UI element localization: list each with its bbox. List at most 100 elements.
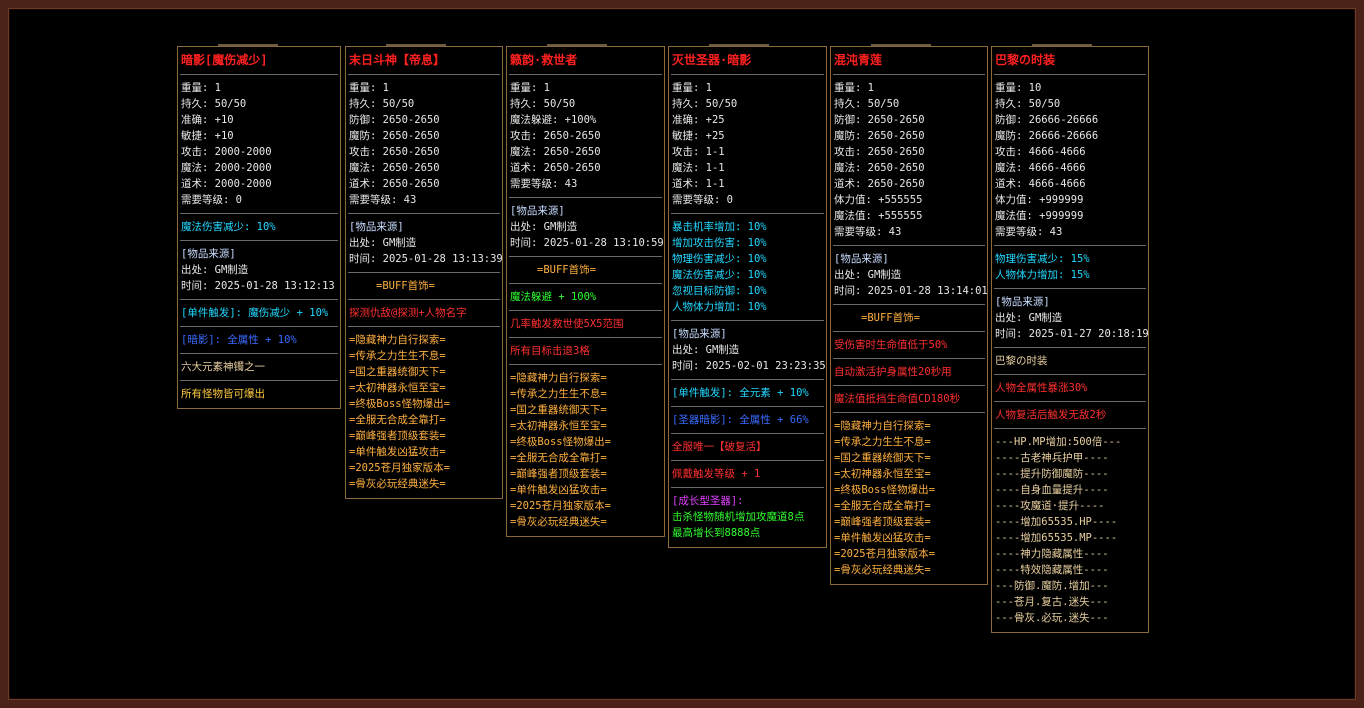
tooltip-line: 人物体力增加: 15%	[995, 269, 1090, 281]
tooltip-line: 魔法: 2650-2650	[834, 162, 925, 174]
tooltip-line: ----增加65535.MP----	[995, 532, 1118, 544]
tooltip-line: [暗影]: 全属性 + 10%	[181, 334, 297, 346]
section-divider	[509, 337, 662, 338]
tooltip-line: 防御: 2650-2650	[834, 114, 925, 126]
tooltip-line: [成长型圣器]:	[672, 495, 744, 507]
tooltip-line: 道术: 2650-2650	[834, 178, 925, 190]
tooltip-line: =BUFF首饰=	[861, 312, 920, 324]
section-divider	[833, 412, 985, 413]
tooltip-line: 魔法: 2650-2650	[349, 162, 440, 174]
section-divider	[671, 379, 824, 380]
tooltip-line: 魔防: 26666-26666	[995, 130, 1099, 142]
tooltip-line: ----特效隐藏属性----	[995, 564, 1109, 576]
section-divider	[509, 256, 662, 257]
tooltip-line: =国之重器统御天下=	[510, 404, 607, 416]
tooltip-line: ----神力隐藏属性----	[995, 548, 1109, 560]
tooltip-line: 人物体力增加: 10%	[672, 301, 767, 313]
tooltip-section: [物品来源] 出处: GM制造 时间: 2025-01-28 13:14:01	[833, 249, 988, 301]
tooltip-line: 全服唯一【破复活】	[672, 441, 767, 453]
tooltip-line: 攻击: 4666-4666	[995, 146, 1086, 158]
tooltip-section: =隐藏神力自行探索= =传承之力生生不息= =国之重器统御天下= =太初神器永恒至宝=…	[509, 368, 662, 532]
tooltip-line: =终极Boss怪物爆出=	[510, 436, 611, 448]
section-divider	[348, 74, 500, 75]
section-divider	[348, 326, 500, 327]
tooltip-line: 探测仇敌@探测+人物名字	[349, 307, 467, 319]
section-divider	[833, 331, 985, 332]
tooltip-line: =2025苍月独家版本=	[510, 500, 611, 512]
tooltip-line: 出处: GM制造	[349, 237, 417, 249]
tooltip-line: 重量: 1	[510, 82, 550, 94]
tooltip-line: =传承之力生生不息=	[510, 388, 607, 400]
tooltip-line: =单件触发凶猛攻击=	[349, 446, 446, 458]
tooltip-line: 物理伤害减少: 10%	[672, 253, 767, 265]
section-divider	[994, 347, 1146, 348]
tooltip-section: =BUFF首饰=	[509, 260, 662, 280]
tooltip-section: 魔法伤害减少: 10%	[180, 217, 338, 237]
section-divider	[180, 299, 338, 300]
tooltip-section: 重量: 1 持久: 50/50 魔法躲避: +100% 攻击: 2650-2650 魔法…	[509, 78, 662, 194]
section-divider	[180, 213, 338, 214]
section-divider	[833, 358, 985, 359]
tooltip-line: 时间: 2025-01-27 20:18:19	[995, 328, 1149, 340]
tooltip-line: 所有目标击退3格	[510, 345, 590, 357]
tooltip-section: [单件触发]: 全元素 + 10%	[671, 383, 824, 403]
tooltip-line: =终极Boss怪物爆出=	[834, 484, 935, 496]
tooltip-line: 魔法: 2650-2650	[510, 146, 601, 158]
tooltip-section: 魔法躲避 + 100%	[509, 287, 662, 307]
tooltip-line: 持久: 50/50	[834, 98, 900, 110]
tooltip-section: [物品来源] 出处: GM制造 时间: 2025-01-28 13:13:39	[348, 217, 503, 269]
tooltip-line: =全服无合成全靠打=	[834, 500, 931, 512]
tooltip-line: 魔法值: +555555	[834, 210, 923, 222]
section-divider	[671, 487, 824, 488]
item-tooltip-panel: 混沌青莲 重量: 1 持久: 50/50 防御: 2650-2650 魔防: 2650-…	[830, 44, 988, 585]
tooltip-line: ---防御.魔防.增加---	[995, 580, 1109, 592]
tooltip-section: =BUFF首饰=	[833, 308, 985, 328]
section-divider	[509, 74, 662, 75]
tooltip-line: 敏捷: +25	[672, 130, 725, 142]
tooltip-line: 重量: 1	[672, 82, 712, 94]
tooltip-line: =国之重器统御天下=	[349, 366, 446, 378]
item-tooltip-panel: 暗影[魔伤减少] 重量: 1 持久: 50/50 准确: +10 敏捷: +10 攻击: …	[177, 44, 341, 409]
tooltip-line: [单件触发]: 魔伤减少 + 10%	[181, 307, 329, 319]
tooltip-line: 人物全属性暴涨30%	[995, 382, 1088, 394]
tooltip-section: =隐藏神力自行探索= =传承之力生生不息= =国之重器统御天下= =太初神器永恒至宝=…	[348, 330, 500, 494]
tooltip-line: =巅峰强者顶级套装=	[834, 516, 931, 528]
section-divider	[180, 240, 338, 241]
tooltip-section: [成长型圣器]: 击杀怪物随机增加攻魔道8点 最高增长到8888点	[671, 491, 824, 543]
tooltip-section: 重量: 1 持久: 50/50 准确: +10 敏捷: +10 攻击: 2000-200…	[180, 78, 338, 210]
tooltip-line: 准确: +10	[181, 114, 234, 126]
tooltip-line: [圣器暗影]: 全属性 + 66%	[672, 414, 809, 426]
section-divider	[509, 283, 662, 284]
tooltip-line: 出处: GM制造	[995, 312, 1063, 324]
tooltip-section: 重量: 1 持久: 50/50 准确: +25 敏捷: +25 攻击: 1-1 魔法: 1…	[671, 78, 824, 210]
tooltip-line: =传承之力生生不息=	[834, 436, 931, 448]
tooltip-line: =终极Boss怪物爆出=	[349, 398, 450, 410]
tooltip-line: 道术: 2650-2650	[510, 162, 601, 174]
item-tooltip-panel: 末日斗神【帝息】 重量: 1 持久: 50/50 防御: 2650-2650 魔防: 2…	[345, 44, 503, 499]
tooltip-line: =太初神器永恒至宝=	[349, 382, 446, 394]
tooltip-line: =隐藏神力自行探索=	[510, 372, 607, 384]
tooltip-line: ---苍月.复古.迷失---	[995, 596, 1109, 608]
item-title: 巴黎の时装	[995, 53, 1056, 67]
tooltip-line: 增加攻击伤害: 10%	[672, 237, 767, 249]
tooltip-section: 受伤害时生命值低于50%	[833, 335, 985, 355]
tooltip-line: ---骨灰.必玩.迷失---	[995, 612, 1109, 624]
tooltip-line: 魔法值抵挡生命值CD180秒	[834, 393, 961, 405]
tooltip-line: [物品来源]	[181, 248, 236, 260]
tooltip-line: ----提升防御魔防----	[995, 468, 1109, 480]
tooltip-line: =传承之力生生不息=	[349, 350, 446, 362]
tooltip-section: 探测仇敌@探测+人物名字	[348, 303, 500, 323]
tooltip-line: 魔法: 1-1	[672, 162, 725, 174]
tooltip-line: 道术: 2000-2000	[181, 178, 272, 190]
tooltip-section: 所有目标击退3格	[509, 341, 662, 361]
section-divider	[180, 353, 338, 354]
tooltip-line: 体力值: +555555	[834, 194, 923, 206]
tooltip-line: ----增加65535.HP----	[995, 516, 1118, 528]
tooltip-line: 人物复活后触发无敌2秒	[995, 409, 1107, 421]
tooltip-line: 忽视目标防御: 10%	[672, 285, 767, 297]
tooltip-line: 持久: 50/50	[349, 98, 415, 110]
tooltip-line: 最高增长到8888点	[672, 527, 761, 539]
tooltip-section: ---HP.MP增加:500倍--- ----古老神兵护甲---- ----提升防御…	[994, 432, 1146, 628]
section-divider	[833, 304, 985, 305]
tooltip-line: [单件触发]: 全元素 + 10%	[672, 387, 809, 399]
